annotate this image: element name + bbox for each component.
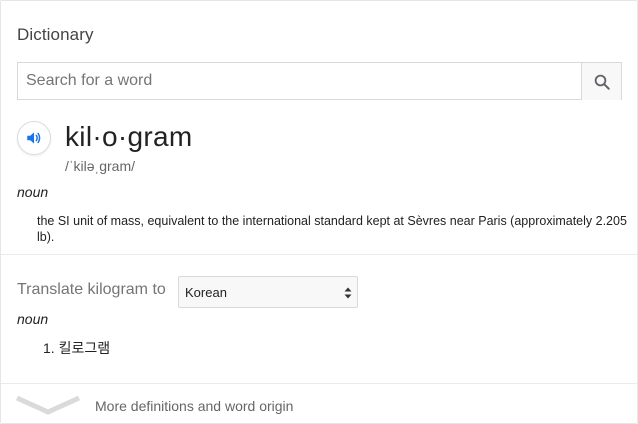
definition-text: the SI unit of mass, equivalent to the i…	[37, 214, 627, 244]
pronunciation-button[interactable]	[17, 121, 51, 155]
divider	[1, 383, 637, 384]
language-select-value: Korean	[185, 285, 227, 300]
pronunciation-text: /ˈkiləˌgram/	[65, 158, 136, 174]
translation-result: 1. 킬로그램	[43, 340, 111, 356]
part-of-speech: noun	[17, 184, 49, 200]
dictionary-card: Dictionary kil·o·gram /ˈkiləˌgram/ noun …	[0, 0, 638, 424]
search-icon	[594, 74, 610, 90]
translation-part-of-speech: noun	[17, 311, 49, 327]
translate-label: Translate kilogram to	[17, 281, 166, 298]
headword: kil·o·gram	[65, 121, 193, 152]
updown-arrows-icon	[344, 287, 352, 299]
search-input[interactable]	[18, 63, 582, 99]
chevron-down-icon[interactable]	[15, 393, 81, 415]
search-button[interactable]	[581, 63, 621, 100]
language-select[interactable]: Korean	[178, 276, 358, 308]
search-box	[17, 62, 622, 100]
speaker-icon	[27, 132, 41, 144]
more-definitions-link[interactable]: More definitions and word origin	[95, 398, 293, 414]
divider	[1, 254, 637, 255]
dictionary-title: Dictionary	[17, 25, 94, 44]
